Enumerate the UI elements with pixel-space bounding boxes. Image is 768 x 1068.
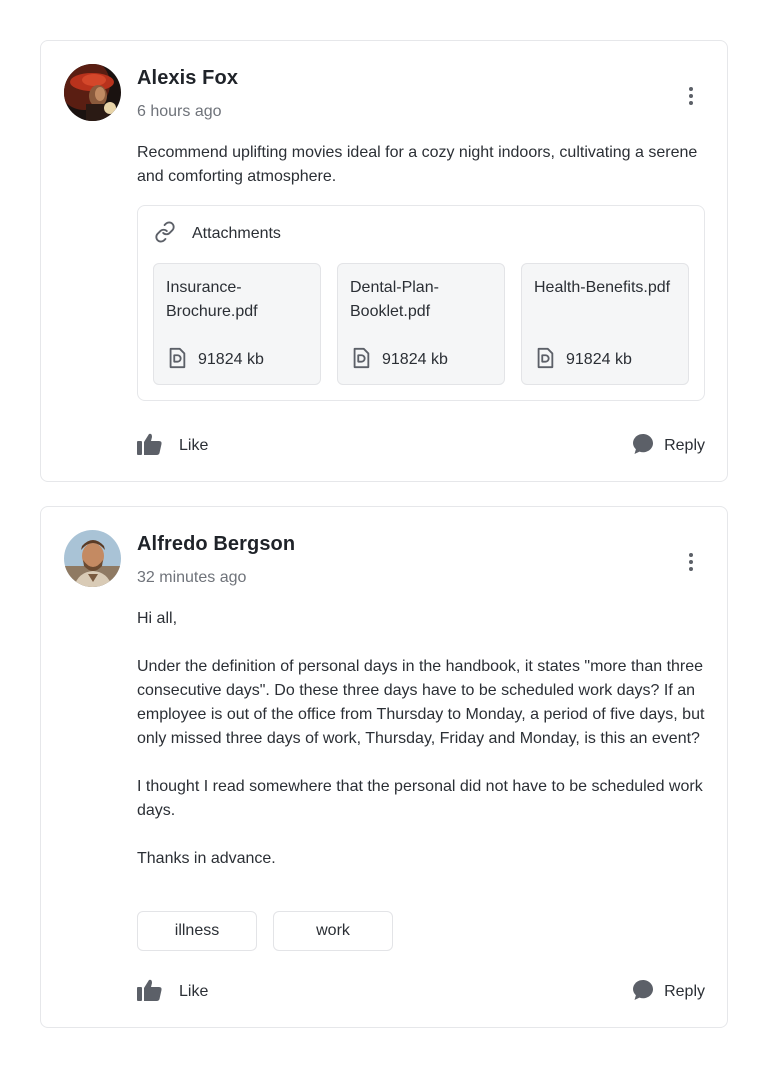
reply-button[interactable]: Reply xyxy=(632,979,705,1005)
chat-bubble-icon xyxy=(632,433,654,460)
file-size-row: 91824 kb xyxy=(166,347,264,374)
like-button[interactable]: Like xyxy=(137,979,208,1005)
author-name[interactable]: Alfredo Bergson xyxy=(137,533,295,556)
like-label: Like xyxy=(179,437,209,454)
file-size: 91824 kb xyxy=(198,351,264,368)
attachment-file[interactable]: Insurance-Brochure.pdf 91824 kb xyxy=(153,263,321,385)
like-button[interactable]: Like xyxy=(137,433,208,459)
file-size: 91824 kb xyxy=(382,351,448,368)
thumbs-up-icon xyxy=(137,978,163,1007)
file-name: Health-Benefits.pdf xyxy=(534,279,671,296)
comment-body: Recommend uplifting movies ideal for a c… xyxy=(137,141,707,189)
comment-card: Alfredo Bergson 32 minutes ago Hi all, U… xyxy=(40,506,728,1028)
like-label: Like xyxy=(179,983,209,1000)
tag-chip[interactable]: work xyxy=(273,911,393,951)
tag-list: illness work xyxy=(137,911,393,951)
file-size-row: 91824 kb xyxy=(350,347,448,374)
reply-button[interactable]: Reply xyxy=(632,433,705,459)
avatar[interactable] xyxy=(64,64,121,121)
comment-body: Hi all, Under the definition of personal… xyxy=(137,607,707,871)
more-options-icon[interactable] xyxy=(681,549,701,575)
comment-card: Alexis Fox 6 hours ago Recommend uplifti… xyxy=(40,40,728,482)
reply-label: Reply xyxy=(664,983,705,1000)
document-icon xyxy=(350,347,372,374)
comment-paragraph: Thanks in advance. xyxy=(137,850,276,867)
comment-timestamp: 6 hours ago xyxy=(137,103,222,120)
file-name: Insurance-Brochure.pdf xyxy=(166,279,258,320)
file-size: 91824 kb xyxy=(566,351,632,368)
attachments-header: Attachments xyxy=(154,220,281,248)
comment-paragraph: Recommend uplifting movies ideal for a c… xyxy=(137,144,698,185)
attachments-panel: Attachments Insurance-Brochure.pdf 91824… xyxy=(137,205,705,401)
comment-actions: Like Reply xyxy=(137,979,705,1005)
author-name[interactable]: Alexis Fox xyxy=(137,67,238,90)
comment-paragraph: Hi all, xyxy=(137,610,178,627)
attachment-file[interactable]: Health-Benefits.pdf 91824 kb xyxy=(521,263,689,385)
chat-bubble-icon xyxy=(632,979,654,1006)
thumbs-up-icon xyxy=(137,432,163,461)
document-icon xyxy=(534,347,556,374)
file-size-row: 91824 kb xyxy=(534,347,632,374)
tag-chip[interactable]: illness xyxy=(137,911,257,951)
comment-paragraph: Under the definition of personal days in… xyxy=(137,658,705,747)
attachment-file[interactable]: Dental-Plan-Booklet.pdf 91824 kb xyxy=(337,263,505,385)
file-name: Dental-Plan-Booklet.pdf xyxy=(350,279,439,320)
attachments-label: Attachments xyxy=(192,225,281,242)
more-options-icon[interactable] xyxy=(681,83,701,109)
comment-actions: Like Reply xyxy=(137,433,705,459)
comment-timestamp: 32 minutes ago xyxy=(137,569,247,586)
document-icon xyxy=(166,347,188,374)
reply-label: Reply xyxy=(664,437,705,454)
link-icon xyxy=(154,220,176,248)
avatar[interactable] xyxy=(64,530,121,587)
comment-paragraph: I thought I read somewhere that the pers… xyxy=(137,778,703,819)
